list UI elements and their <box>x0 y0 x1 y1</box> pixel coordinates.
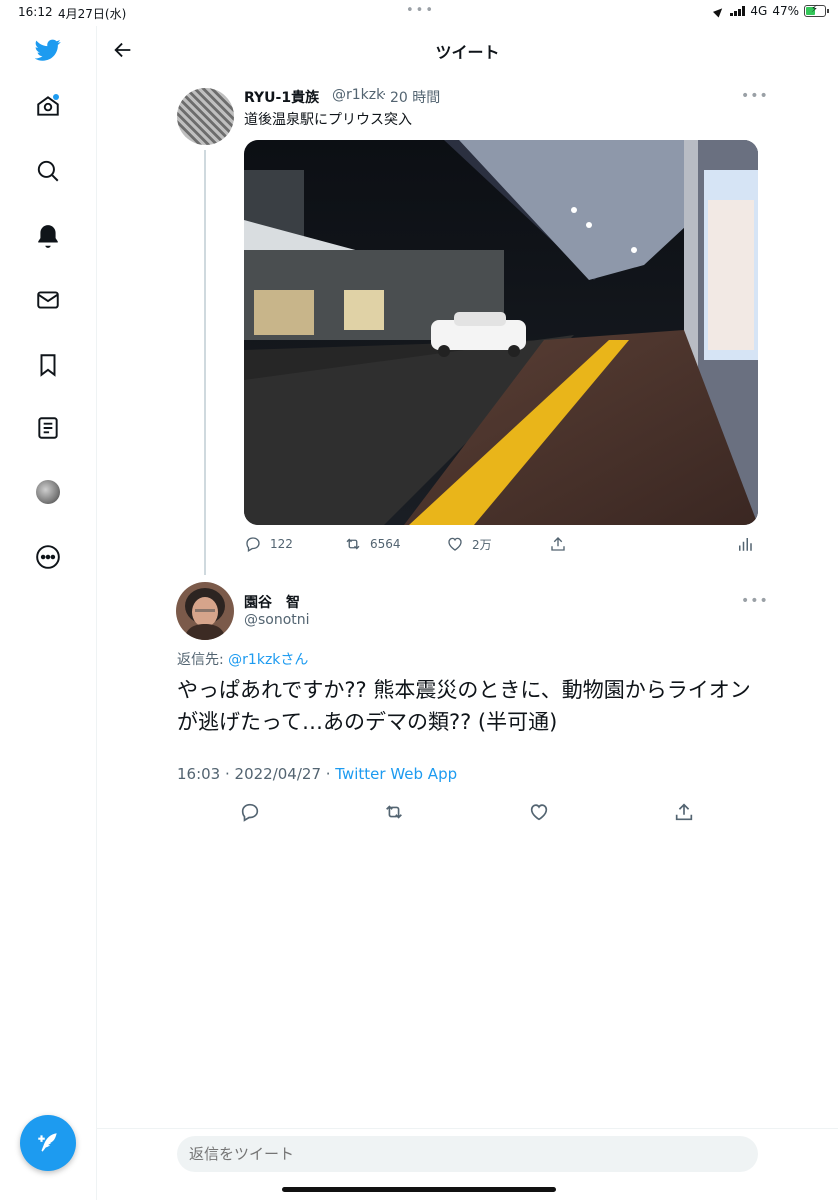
home-icon[interactable] <box>34 92 62 120</box>
notification-dot <box>53 94 59 100</box>
replying-to-link[interactable]: @r1kzkさん <box>228 652 308 668</box>
replying-to: 返信先: @r1kzkさん <box>177 649 308 669</box>
original-tweet-actions: 122 6564 2万 <box>244 535 758 555</box>
reply-tweet-actions <box>177 801 757 823</box>
retweet-icon <box>386 805 402 819</box>
retweet-button[interactable] <box>383 801 405 823</box>
reply-icon <box>241 803 259 822</box>
multitasking-dots-icon[interactable]: ••• <box>406 3 435 18</box>
reply-tweet-text: やっぱあれですか?? 熊本震災のときに、動物園からライオンが逃げたって…あのデマ… <box>177 678 751 734</box>
lists-icon[interactable] <box>34 414 62 442</box>
separator-dot: · <box>382 87 387 103</box>
share-icon <box>551 537 565 551</box>
reply-author-avatar[interactable] <box>176 582 234 640</box>
thread-connector-line <box>204 150 206 575</box>
status-time: 16:12 <box>18 5 53 19</box>
share-icon <box>675 803 693 821</box>
tweet-photo[interactable] <box>244 140 758 525</box>
twitter-bird-icon[interactable] <box>34 36 62 64</box>
heart-icon <box>530 804 548 821</box>
battery-icon: ⚡ <box>804 4 829 17</box>
reply-author-handle[interactable]: @sonotni <box>244 612 310 628</box>
analytics-action[interactable] <box>736 535 754 553</box>
original-author-handle[interactable]: @r1kzk <box>332 87 384 103</box>
search-icon[interactable] <box>34 157 62 185</box>
source-app-link[interactable]: Twitter Web App <box>335 765 457 783</box>
share-button[interactable] <box>673 801 695 823</box>
original-tweet-text: 道後温泉駅にプリウス突入 <box>244 112 412 128</box>
like-button[interactable] <box>528 801 550 823</box>
status-date: 4月27日(水) <box>58 7 127 21</box>
reply-icon <box>246 537 260 552</box>
mail-icon[interactable] <box>34 286 62 314</box>
profile-avatar[interactable] <box>34 478 62 506</box>
location-arrow-icon <box>713 4 726 18</box>
sidebar-nav <box>0 26 97 1200</box>
share-action[interactable] <box>549 535 567 553</box>
retweet-count: 6564 <box>370 537 401 551</box>
timestamp-text[interactable]: 16:03 · 2022/04/27 · <box>177 765 335 783</box>
reply-input[interactable] <box>177 1136 758 1172</box>
home-indicator[interactable] <box>282 1187 556 1192</box>
reply-more-icon[interactable]: ••• <box>741 593 769 609</box>
reply-author-name[interactable]: 園谷 智 <box>244 592 300 612</box>
network-label: 4G <box>750 4 768 18</box>
original-author-avatar[interactable] <box>177 88 234 145</box>
like-count: 2万 <box>472 537 492 552</box>
reply-action[interactable]: 122 <box>244 535 293 553</box>
bookmark-icon[interactable] <box>34 351 62 379</box>
retweet-action[interactable]: 6564 <box>344 535 401 553</box>
original-author-name[interactable]: RYU-1貴族 <box>244 87 319 107</box>
tweet-timestamp: 16:03 · 2022/04/27 · Twitter Web App <box>177 765 457 783</box>
status-bar: 16:12 4月27日(水) ••• 4G 47% ⚡ <box>0 0 838 26</box>
compose-tweet-button[interactable] <box>20 1115 76 1171</box>
reply-count: 122 <box>270 537 293 551</box>
heart-icon <box>448 537 462 551</box>
original-more-icon[interactable]: ••• <box>741 88 769 104</box>
bell-icon[interactable] <box>34 222 62 250</box>
page-header: ツイート <box>97 26 838 74</box>
analytics-icon <box>739 538 752 551</box>
replying-to-label: 返信先: <box>177 652 224 668</box>
like-action[interactable]: 2万 <box>446 535 492 553</box>
compose-feather-icon <box>38 1133 57 1152</box>
original-tweet-time[interactable]: 20 時間 <box>390 87 440 107</box>
signal-bars-icon <box>730 6 746 16</box>
page-title: ツイート <box>435 43 500 62</box>
retweet-icon <box>346 538 360 550</box>
battery-percent: 47% <box>772 4 799 18</box>
more-circle-icon[interactable] <box>34 543 62 571</box>
reply-button[interactable] <box>239 801 261 823</box>
